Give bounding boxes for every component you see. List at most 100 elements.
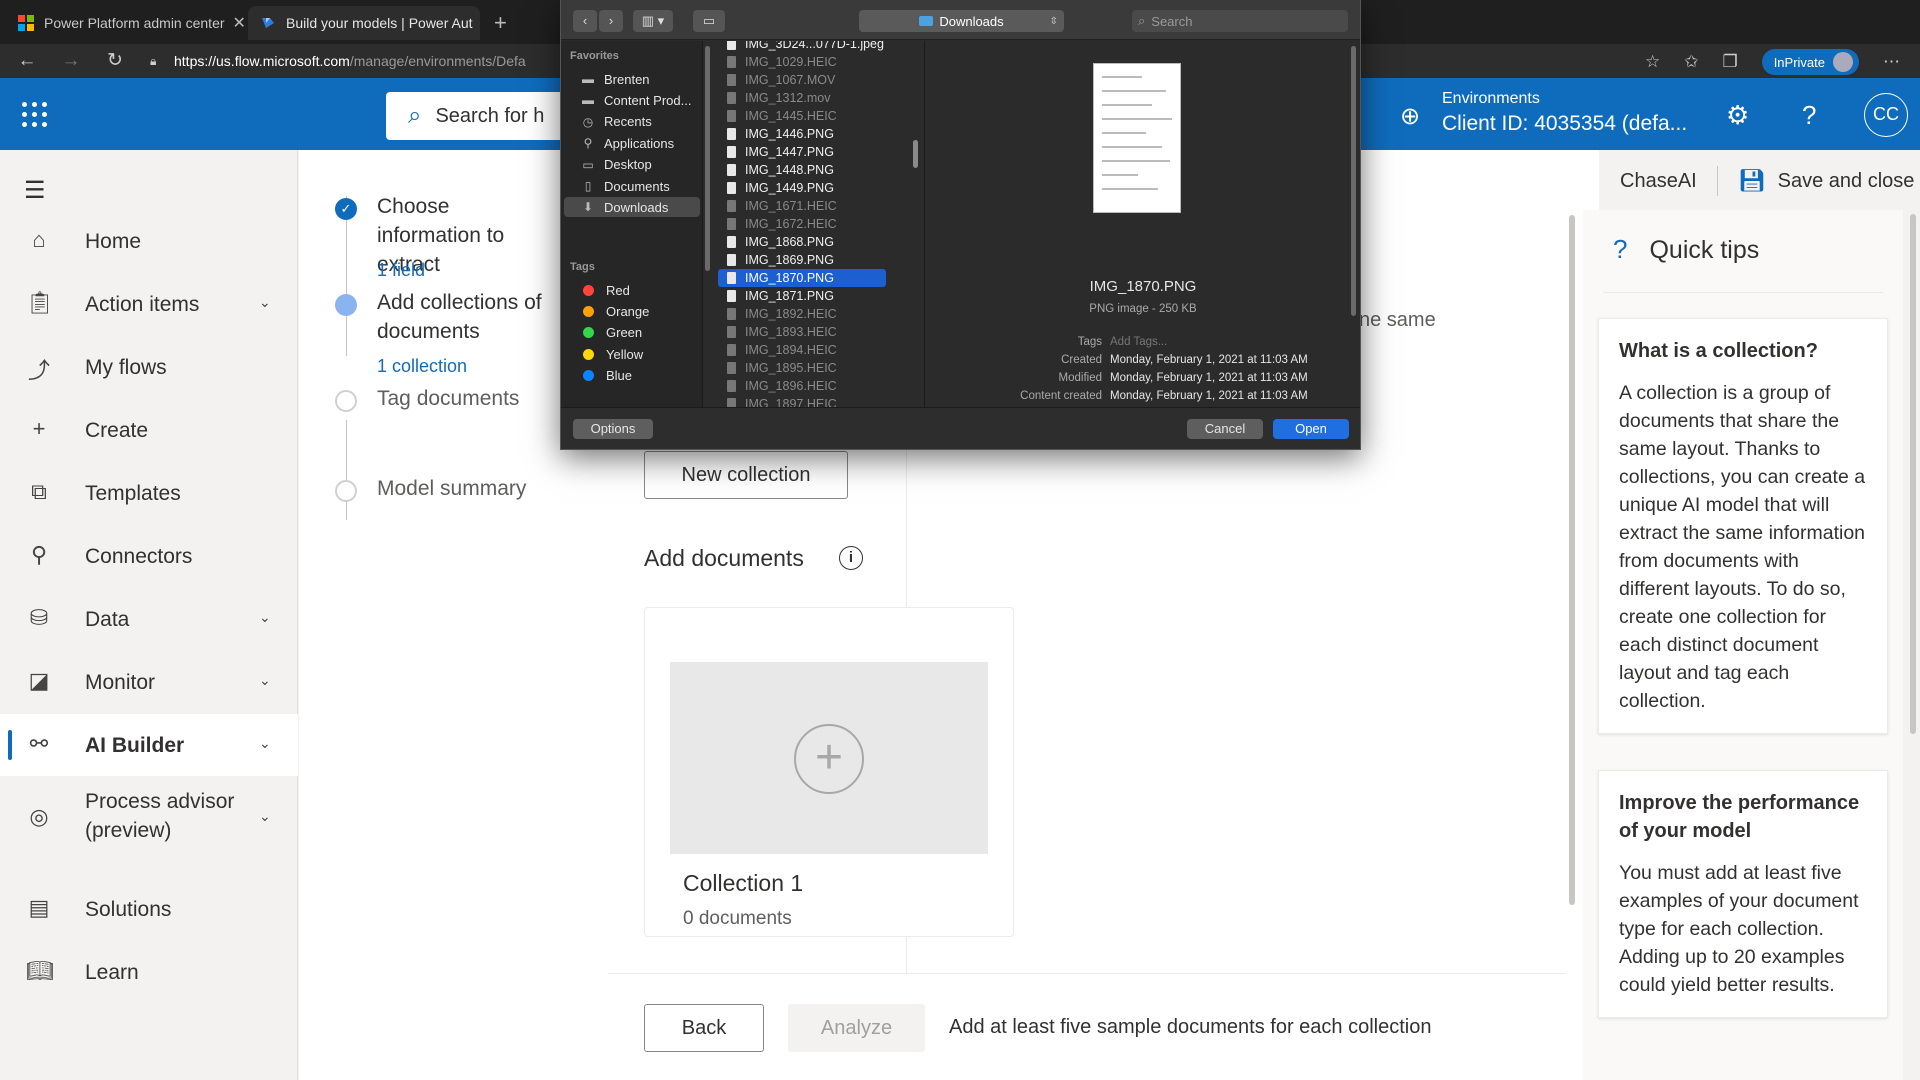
close-icon[interactable]: ✕ xyxy=(225,13,246,33)
browser-tab[interactable]: Power Platform admin center ✕ xyxy=(6,6,246,40)
quick-tips-heading: ? Quick tips xyxy=(1613,234,1759,265)
add-document-dropzone[interactable]: + xyxy=(670,662,988,854)
collections-icon[interactable]: ❐ xyxy=(1722,52,1737,72)
sidebar-item-documents[interactable]: ▯ Documents xyxy=(564,176,700,196)
file-item[interactable]: IMG_1868.PNG xyxy=(718,233,886,251)
nav-item-action-items[interactable]: 📋︎ Action items ⌄ xyxy=(0,273,298,335)
nav-item-connectors[interactable]: ⚲ Connectors xyxy=(0,525,298,587)
inprivate-badge[interactable]: InPrivate xyxy=(1761,49,1859,75)
nav-item-monitor[interactable]: ◪ Monitor ⌄ xyxy=(0,651,298,713)
more-options-icon[interactable]: ⋯ xyxy=(1883,52,1900,72)
file-item[interactable]: IMG_1895.HEIC xyxy=(718,359,886,377)
preview-scrollbar[interactable] xyxy=(1351,46,1356,316)
main-scrollbar[interactable] xyxy=(1569,215,1575,905)
user-avatar[interactable]: CC xyxy=(1864,93,1908,137)
collection-card[interactable]: + Collection 1 0 documents xyxy=(644,607,1014,937)
open-button[interactable]: Open xyxy=(1273,419,1349,439)
options-button[interactable]: Options xyxy=(573,419,653,439)
new-folder-icon[interactable]: ▭ xyxy=(693,10,725,32)
chaseai-button[interactable]: ChaseAI xyxy=(1620,170,1697,193)
chevron-down-icon[interactable]: ⌄ xyxy=(259,672,271,689)
nav-item-my-flows[interactable]: ⤴ My flows xyxy=(0,336,298,398)
refresh-icon[interactable]: ↻ xyxy=(104,50,126,72)
file-item[interactable]: IMG_1894.HEIC xyxy=(718,341,886,359)
file-item[interactable]: IMG_1672.HEIC xyxy=(718,215,886,233)
file-item[interactable]: IMG_1871.PNG xyxy=(718,287,886,305)
file-item[interactable]: IMG_1893.HEIC xyxy=(718,323,886,341)
templates-icon: ⧉ xyxy=(31,479,47,504)
chevron-down-icon[interactable]: ⌄ xyxy=(259,735,271,752)
collection-title[interactable]: Collection 1 xyxy=(683,870,803,897)
desktop-icon: ▭ xyxy=(582,157,594,172)
tips-scrollbar[interactable] xyxy=(1910,214,1916,734)
sidebar-item-downloads[interactable]: ⬇ Downloads xyxy=(564,197,700,218)
favorites-star-icon[interactable]: ✩ xyxy=(1684,52,1698,72)
file-item[interactable]: IMG_1446.PNG xyxy=(718,125,886,143)
sidebar-scrollbar[interactable] xyxy=(705,46,710,271)
chevron-down-icon[interactable]: ⌄ xyxy=(259,808,271,825)
forward-nav-icon[interactable]: › xyxy=(599,10,623,32)
forward-arrow-icon[interactable]: → xyxy=(60,50,82,72)
sidebar-item-desktop[interactable]: ▭ Desktop xyxy=(564,155,700,175)
sidebar-item-applications[interactable]: ⚲ Applications xyxy=(564,133,700,153)
help-icon[interactable]: ? xyxy=(1802,100,1816,131)
file-item[interactable]: IMG_1447.PNG xyxy=(718,143,886,161)
step-subtitle[interactable]: 1 collection xyxy=(377,356,467,377)
new-collection-button[interactable]: New collection xyxy=(644,451,848,499)
hamburger-menu-icon[interactable]: ☰ xyxy=(24,176,46,205)
app-launcher-icon[interactable] xyxy=(22,102,48,128)
sidebar-item-brenten[interactable]: ▬ Brenten xyxy=(564,69,700,89)
tag-yellow[interactable]: Yellow xyxy=(564,344,700,364)
file-item[interactable]: IMG_1312.mov xyxy=(718,89,886,107)
tag-blue[interactable]: Blue xyxy=(564,366,700,386)
tracking-prevention-icon[interactable]: ☆ xyxy=(1645,52,1660,72)
sidebar-item-content-prod[interactable]: ▬ Content Prod... xyxy=(564,90,700,110)
sidebar-item-recents[interactable]: ◷ Recents xyxy=(564,112,700,132)
nav-item-ai-builder[interactable]: ⚯ AI Builder ⌄ xyxy=(0,714,298,776)
file-item[interactable]: IMG_3D24...077D-1.jpeg xyxy=(718,41,886,53)
file-item[interactable]: IMG_1445.HEIC xyxy=(718,107,886,125)
nav-item-home[interactable]: ⌂ Home xyxy=(0,210,298,272)
file-list-scrollbar[interactable] xyxy=(913,140,918,168)
search-input[interactable]: ⌕ Search for h xyxy=(386,92,566,140)
tag-green[interactable]: Green xyxy=(564,323,700,343)
file-name: IMG_1897.HEIC xyxy=(745,397,837,407)
info-icon[interactable]: i xyxy=(839,546,863,570)
analyze-button[interactable]: Analyze xyxy=(788,1004,925,1052)
file-item[interactable]: IMG_1869.PNG xyxy=(718,251,886,269)
back-arrow-icon[interactable]: ← xyxy=(16,50,38,72)
file-item[interactable]: IMG_1897.HEIC xyxy=(718,395,886,407)
file-item[interactable]: IMG_1892.HEIC xyxy=(718,305,886,323)
chevron-down-icon[interactable]: ⌄ xyxy=(259,609,271,626)
location-dropdown[interactable]: Downloads ⇳ xyxy=(859,10,1064,32)
file-item[interactable]: IMG_1896.HEIC xyxy=(718,377,886,395)
save-and-close-button[interactable]: Save and close xyxy=(1778,170,1915,193)
nav-item-data[interactable]: ⛁ Data ⌄ xyxy=(0,588,298,650)
chevron-down-icon[interactable]: ⌄ xyxy=(259,294,271,311)
nav-item-templates[interactable]: ⧉ Templates xyxy=(0,462,298,524)
step-subtitle[interactable]: 1 field xyxy=(377,260,425,281)
new-tab-icon[interactable]: + xyxy=(494,10,507,36)
nav-item-create[interactable]: + Create xyxy=(0,399,298,461)
back-nav-icon[interactable]: ‹ xyxy=(573,10,597,32)
tag-red[interactable]: Red xyxy=(564,280,700,300)
add-tags-field[interactable]: Add Tags... xyxy=(1110,336,1167,348)
browser-tab-active[interactable]: Build your models | Power Aut ✕ xyxy=(248,6,480,40)
settings-gear-icon[interactable]: ⚙ xyxy=(1726,100,1749,131)
dialog-search-input[interactable]: ⌕ Search xyxy=(1132,10,1348,32)
file-item[interactable]: IMG_1448.PNG xyxy=(718,161,886,179)
close-icon[interactable]: ✕ xyxy=(473,13,480,33)
url-field[interactable]: 🔒︎ https://us.flow.microsoft.com/manage/… xyxy=(150,47,570,75)
file-item-selected[interactable]: IMG_1870.PNG xyxy=(718,269,886,287)
view-mode-icon[interactable]: ▥ ▾ xyxy=(633,10,673,32)
file-item[interactable]: IMG_1029.HEIC xyxy=(718,53,886,71)
file-item[interactable]: IMG_1067.MOV xyxy=(718,71,886,89)
file-item[interactable]: IMG_1671.HEIC xyxy=(718,197,886,215)
nav-item-process-advisor-preview[interactable]: ◎ Process advisor (preview) ⌄ xyxy=(0,777,298,859)
nav-item-solutions[interactable]: ▤ Solutions xyxy=(0,878,298,940)
nav-item-learn[interactable]: 📖︎ Learn xyxy=(0,941,298,1003)
back-button[interactable]: Back xyxy=(644,1004,764,1052)
file-item[interactable]: IMG_1449.PNG xyxy=(718,179,886,197)
tag-orange[interactable]: Orange xyxy=(564,301,700,321)
cancel-button[interactable]: Cancel xyxy=(1187,419,1263,439)
